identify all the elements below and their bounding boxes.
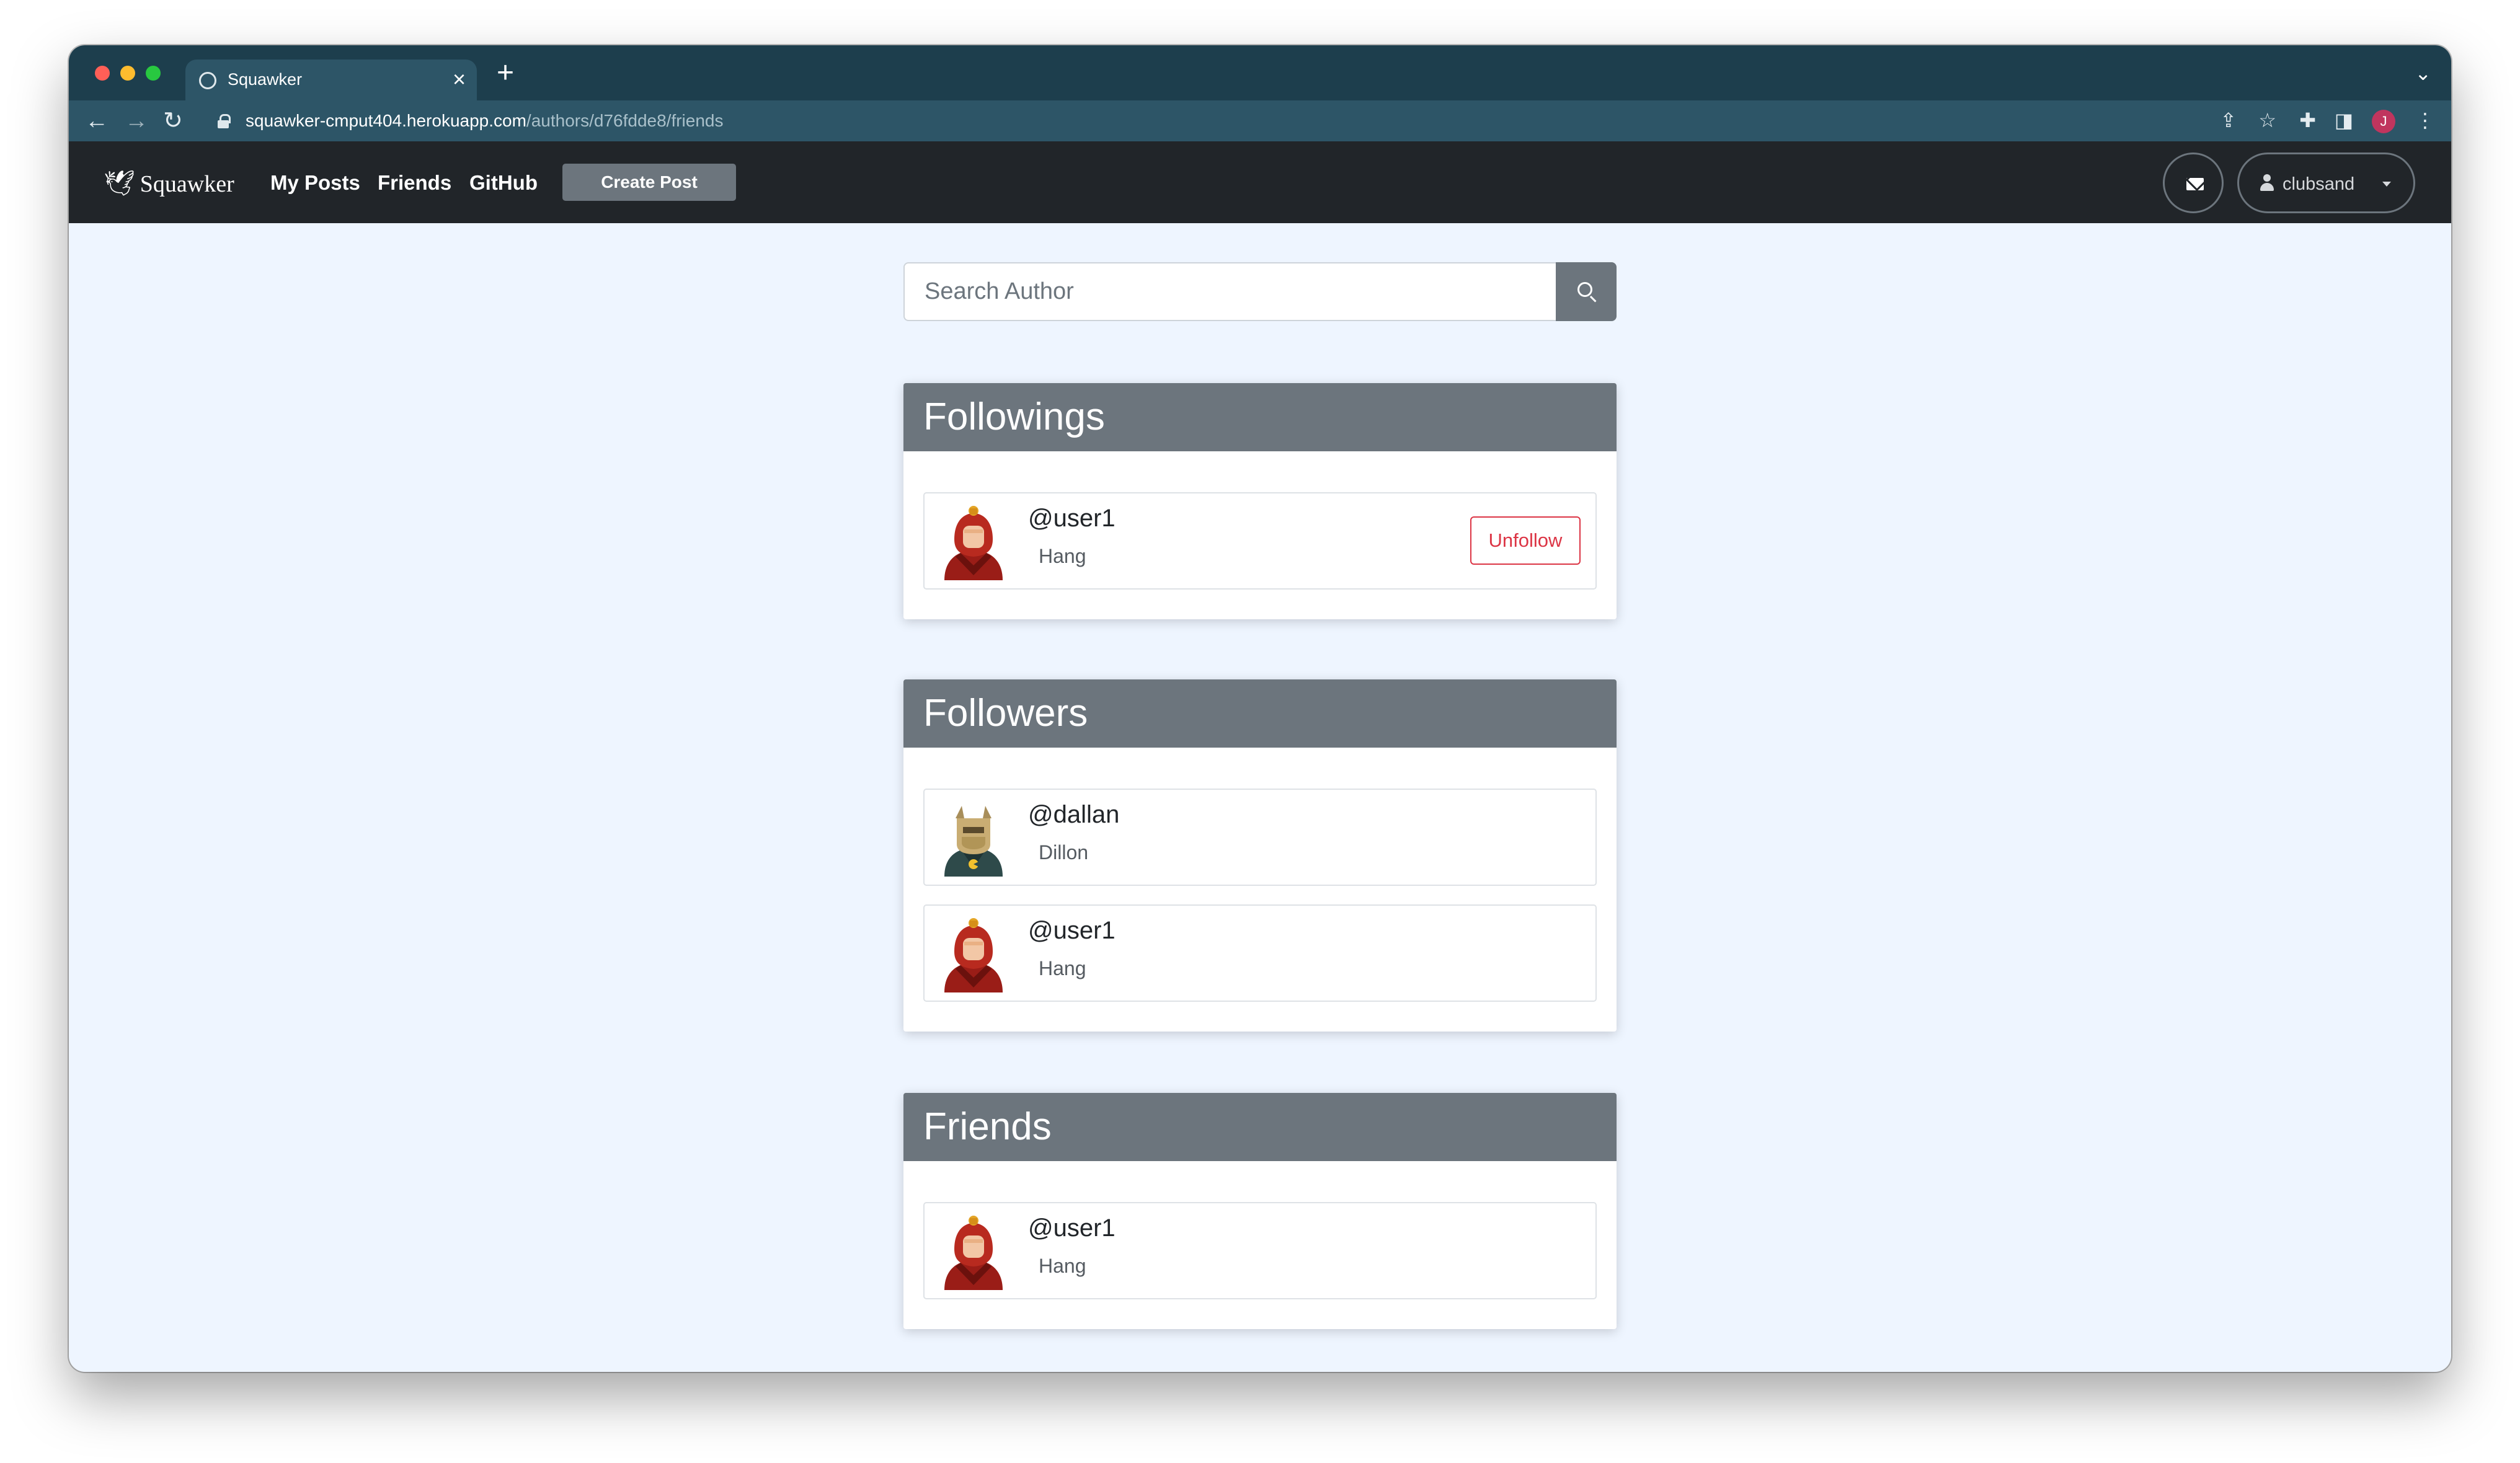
url-host: squawker-cmput404.herokuapp.com — [246, 111, 526, 130]
minimize-window-button[interactable] — [120, 66, 135, 81]
search-button[interactable] — [1556, 262, 1617, 321]
url-path: /authors/d76fdde8/friends — [526, 111, 724, 130]
author-list-item[interactable]: @user1 Hang — [923, 1202, 1597, 1299]
caret-down-icon — [2382, 182, 2391, 187]
author-handle[interactable]: @user1 — [1028, 1214, 1116, 1242]
app-navbar: 🕊 Squawker My Posts Friends GitHub Create… — [69, 141, 2451, 223]
back-arrow-icon[interactable]: ← — [85, 106, 109, 136]
side-panel-icon[interactable]: ◨ — [2335, 108, 2353, 133]
search-author-input[interactable] — [903, 262, 1556, 321]
author-list-item[interactable]: @user1 Hang — [923, 904, 1597, 1002]
author-list-item[interactable]: @dallan Dillon — [923, 789, 1597, 886]
author-handle[interactable]: @user1 — [1028, 505, 1116, 533]
envelope-icon — [2186, 178, 2204, 190]
browser-toolbar: ← → ↻ squawker-cmput404.herokuapp.com/au… — [69, 100, 2451, 141]
horned-helmet-avatar-icon — [944, 806, 1003, 877]
bookmark-star-icon[interactable]: ☆ — [2258, 108, 2276, 133]
search-icon — [1577, 282, 1592, 297]
tab-strip: Squawker × + ⌄ — [69, 45, 2451, 100]
extensions-puzzle-icon[interactable]: ✚ — [2299, 108, 2316, 133]
share-icon[interactable]: ⇪ — [2220, 108, 2237, 133]
author-list-item[interactable]: @user1 Hang Unfollow — [923, 492, 1597, 590]
new-tab-button[interactable]: + — [497, 58, 514, 89]
nav-friends[interactable]: Friends — [378, 171, 451, 195]
close-window-button[interactable] — [95, 66, 110, 81]
username-label: clubsand — [2283, 174, 2355, 194]
red-hooded-avatar-icon — [944, 506, 1003, 580]
author-handle[interactable]: @dallan — [1028, 801, 1119, 829]
inbox-button[interactable] — [2163, 152, 2224, 213]
author-display-name: Hang — [1039, 545, 1086, 567]
author-display-name: Dillon — [1039, 841, 1089, 864]
more-menu-icon[interactable]: ⋮ — [2415, 108, 2435, 133]
author-search — [903, 262, 1617, 321]
author-display-name: Hang — [1039, 1255, 1086, 1277]
tab-close-icon[interactable]: × — [453, 67, 466, 92]
followings-title: Followings — [903, 383, 1617, 451]
red-hooded-avatar-icon — [944, 918, 1003, 992]
user-menu-dropdown[interactable]: clubsand — [2237, 152, 2415, 213]
red-hooded-avatar-icon — [944, 1216, 1003, 1290]
friends-title: Friends — [903, 1093, 1617, 1161]
brand-logo[interactable]: 🕊 Squawker — [104, 169, 234, 198]
bird-icon: 🕊 — [104, 169, 135, 197]
followings-card: Followings @user1 Hang Unfollow — [903, 383, 1617, 619]
forward-arrow-icon[interactable]: → — [125, 106, 148, 136]
author-display-name: Hang — [1039, 957, 1086, 979]
nav-my-posts[interactable]: My Posts — [270, 171, 360, 195]
reload-icon[interactable]: ↻ — [163, 106, 183, 136]
globe-icon — [199, 72, 216, 89]
create-post-button[interactable]: Create Post — [562, 164, 736, 201]
followers-title: Followers — [903, 679, 1617, 748]
author-handle[interactable]: @user1 — [1028, 917, 1116, 945]
lock-icon[interactable] — [218, 114, 231, 128]
person-icon — [2260, 174, 2274, 193]
maximize-window-button[interactable] — [146, 66, 161, 81]
tab-title: Squawker — [228, 70, 303, 89]
profile-avatar[interactable]: J — [2372, 110, 2395, 133]
browser-tab[interactable]: Squawker × — [185, 60, 477, 100]
friends-card: Friends @user1 Hang — [903, 1093, 1617, 1329]
address-bar[interactable]: squawker-cmput404.herokuapp.com/authors/… — [246, 111, 723, 131]
unfollow-button[interactable]: Unfollow — [1470, 516, 1581, 565]
tab-search-icon[interactable]: ⌄ — [2415, 61, 2431, 85]
browser-window: Squawker × + ⌄ ← → ↻ squawker-cmput404.h… — [69, 45, 2451, 1372]
brand-name: Squawker — [140, 171, 234, 197]
nav-github[interactable]: GitHub — [469, 171, 538, 195]
followers-card: Followers @dallan Dillon @user1 Hang — [903, 679, 1617, 1032]
